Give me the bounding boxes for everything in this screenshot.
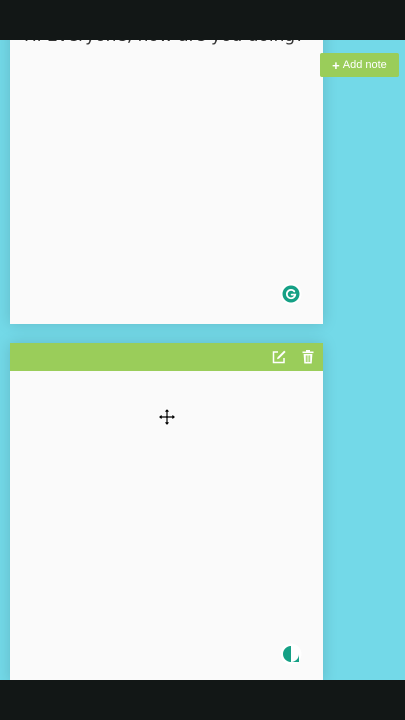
note-card[interactable]: Hi Everyone, how are you doing?: [10, 0, 323, 324]
grammarly-icon[interactable]: [280, 283, 302, 305]
add-note-button[interactable]: + Add note: [320, 53, 399, 77]
grammarly-icon[interactable]: [280, 643, 302, 665]
trash-icon[interactable]: [300, 349, 316, 365]
plus-icon: +: [332, 57, 340, 73]
note-card[interactable]: [10, 343, 323, 683]
bottom-system-bar: [0, 680, 405, 720]
add-note-label: Add note: [342, 59, 387, 71]
edit-icon[interactable]: [271, 349, 287, 365]
note-header: [10, 343, 323, 371]
top-system-bar: [0, 0, 405, 40]
move-cursor-icon: [158, 408, 176, 426]
